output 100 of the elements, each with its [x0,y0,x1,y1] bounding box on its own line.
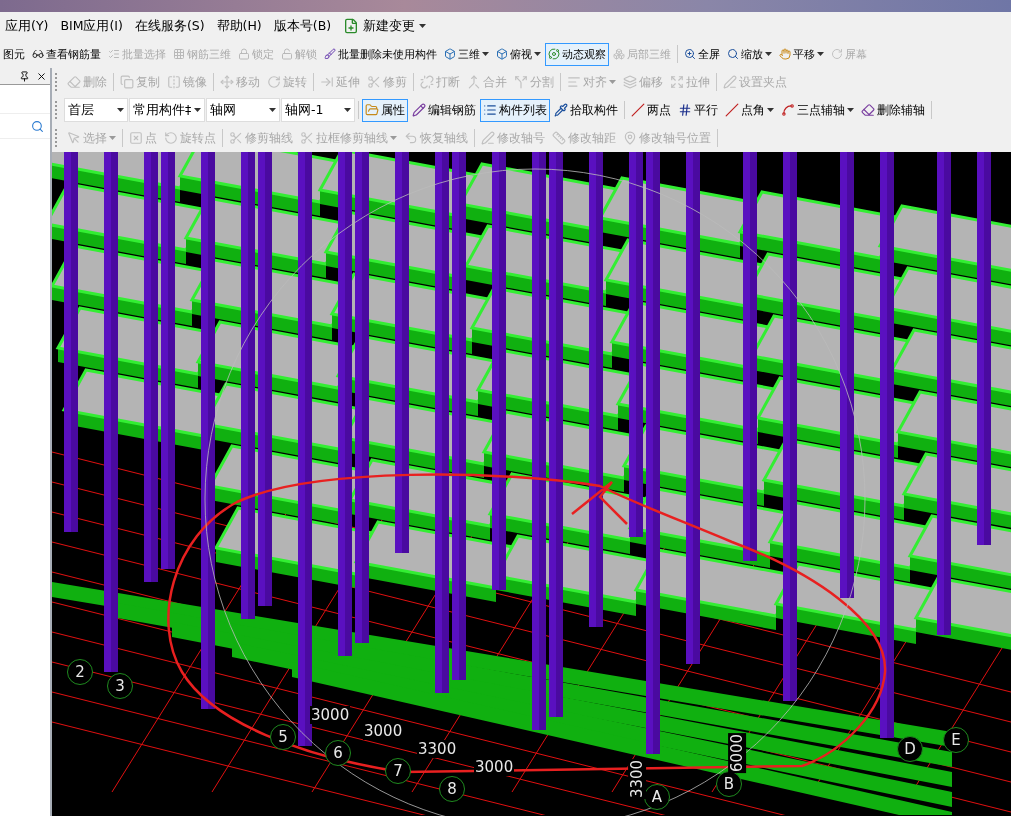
menu-item[interactable]: 新建变更 [338,15,432,37]
toolbar-button[interactable]: 属性 [362,98,408,122]
axis-label: B [716,771,742,797]
toolbar-button[interactable]: 平行 [675,98,721,122]
toolbar-button[interactable]: 构件列表 [480,98,550,122]
caret-icon [269,108,276,112]
toolbar-button[interactable]: 删除辅轴 [858,98,928,122]
pen-icon [723,75,737,89]
scissors-icon [300,131,314,145]
toolbar-button[interactable]: 俯视 [493,42,544,66]
pin-icon[interactable] [19,70,30,82]
dropdown-select[interactable]: 轴网-1 [281,98,355,122]
extend-icon [320,75,334,89]
orbit-icon [548,48,560,60]
caret-icon [817,52,824,56]
caret-icon [194,108,201,112]
dimension-text: 3000 [310,706,351,724]
list-icon [108,48,120,60]
caret-icon [847,108,854,112]
scissors-icon [367,75,381,89]
eraser-icon [67,75,81,89]
layers-icon [623,75,637,89]
dimension-text: 3000 [474,758,515,776]
eraser-icon [861,103,875,117]
dimension-text: 6000 [728,732,747,774]
pin-icon [623,131,637,145]
caret-icon [609,80,616,84]
toolbar-button[interactable]: 编辑钢筋 [409,98,479,122]
axis-line-icon [725,103,739,117]
dropdown-select[interactable]: 轴网 [206,98,280,122]
merge-icon [467,75,481,89]
caret-icon [419,24,427,28]
menu-item[interactable]: 应用(Y) [0,15,54,37]
rotate-icon [831,48,843,60]
axis-label: 6 [325,740,351,766]
toolbar-button[interactable]: 点角 [722,98,777,122]
pen-icon [481,131,495,145]
cubes-icon [613,48,625,60]
caret-icon [390,136,397,140]
axis-label: A [644,784,670,810]
dimension-text: 3300 [628,758,647,800]
grid-icon [173,48,185,60]
toolbar-button[interactable]: 全屏 [681,42,723,66]
toolbar-button[interactable]: 平移 [776,42,827,66]
axis-label: 5 [270,724,296,750]
dropdown-select[interactable]: 常用构件‡ [129,98,205,122]
new-file-icon [343,18,360,34]
toolbar-button[interactable]: 动态观察 [545,42,609,66]
dropdown-select[interactable]: 首层 [64,98,128,122]
axis-label: 3 [107,673,133,699]
break-icon [420,75,434,89]
caret-icon [344,108,351,112]
brush-icon [324,48,336,60]
search-field[interactable] [0,113,50,139]
toolbar-button[interactable]: 批量删除未使用构件 [321,42,440,66]
menu-item[interactable]: 在线服务(S) [129,15,210,37]
list-icon [483,103,497,117]
toolbar-button[interactable]: 两点 [628,98,674,122]
stretch-icon [670,75,684,89]
dimension-text: 3300 [417,740,458,758]
zoom-icon [684,48,696,60]
scissors-icon [229,131,243,145]
crossed-square-icon [129,131,143,145]
folder-icon [365,103,379,117]
caret-icon [534,52,541,56]
arc-icon [781,103,795,117]
pipette-icon [554,103,568,117]
toolbar-button[interactable]: 三维 [441,42,492,66]
mirror-icon [167,75,181,89]
menu-item[interactable]: BIM应用(I) [55,15,128,37]
ruler-icon [552,131,566,145]
caret-icon [482,52,489,56]
menu-item[interactable]: 版本号(B) [268,15,337,37]
toolbar-button[interactable]: 拾取构件 [551,98,621,122]
toolbar-button[interactable]: 缩放 [724,42,775,66]
cube-icon [444,48,456,60]
caret-icon [767,108,774,112]
toolbar-button[interactable]: 查看钢筋量 [29,42,104,66]
axis-label: E [943,727,969,753]
align-icon [567,75,581,89]
toolbar-button[interactable]: 三点辅轴 [778,98,857,122]
toolbar-button[interactable]: 图元 [0,42,28,66]
caret-icon [109,136,116,140]
lock-icon [238,48,250,60]
undo-icon [404,131,418,145]
caret-icon [117,108,124,112]
dimension-text: 3000 [363,722,404,740]
split-icon [514,75,528,89]
axis-label: 2 [67,659,93,685]
move-icon [220,75,234,89]
glasses-icon [32,48,44,60]
menu-item[interactable]: 帮助(H) [211,15,267,37]
pencil-icon [412,103,426,117]
pointer-icon [67,131,81,145]
axis-label: 8 [439,776,465,802]
axis-label: 7 [385,758,411,784]
axis-line-icon [631,103,645,117]
close-icon[interactable] [36,70,47,82]
cube-icon [496,48,508,60]
search-icon [727,48,739,60]
